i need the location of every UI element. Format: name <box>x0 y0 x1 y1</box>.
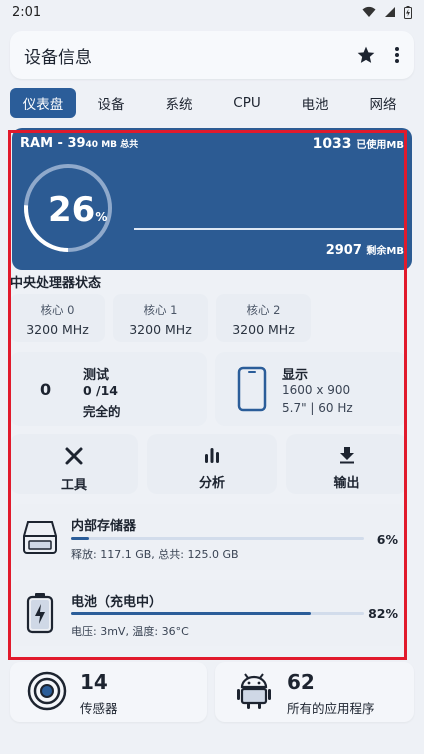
sensors-card[interactable]: 14 传感器 <box>10 662 207 722</box>
android-icon <box>237 673 271 709</box>
sensor-icon <box>27 671 67 711</box>
status-bar: 2:01 <box>0 0 424 24</box>
app-top-bar: 设备信息 <box>10 31 414 79</box>
more-vert-icon[interactable] <box>394 46 400 64</box>
battery-status-icon <box>404 5 412 19</box>
tab-battery[interactable]: 电池 <box>288 88 342 118</box>
tab-device[interactable]: 设备 <box>84 88 138 118</box>
apps-label: 所有的应用程序 <box>287 701 375 716</box>
sensors-label: 传感器 <box>80 701 118 716</box>
status-icons <box>362 5 412 19</box>
sensors-count: 14 <box>80 670 108 694</box>
tab-system[interactable]: 系统 <box>152 88 206 118</box>
tab-dashboard[interactable]: 仪表盘 <box>10 88 76 118</box>
apps-card[interactable]: 62 所有的应用程序 <box>215 662 414 722</box>
tab-network[interactable]: 网络 <box>356 88 410 118</box>
apps-count: 62 <box>287 670 315 694</box>
wifi-icon <box>362 6 376 17</box>
app-title: 设备信息 <box>24 47 92 68</box>
star-icon[interactable] <box>356 45 376 65</box>
status-time: 2:01 <box>12 4 42 20</box>
highlight-frame <box>8 130 407 660</box>
tab-cpu[interactable]: CPU <box>220 88 274 118</box>
tab-bar: 仪表盘 设备 系统 CPU 电池 网络 <box>0 88 424 118</box>
signal-icon <box>385 7 395 17</box>
